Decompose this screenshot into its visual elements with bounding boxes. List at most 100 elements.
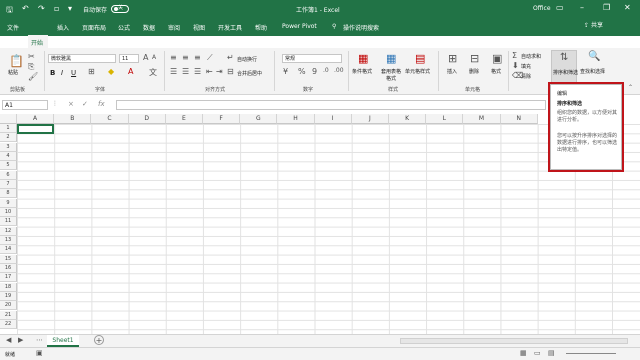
orientation-icon[interactable]: ⟋ — [207, 53, 213, 63]
column-header[interactable]: H — [277, 114, 315, 124]
save-icon[interactable]: 🖫 — [6, 4, 13, 18]
increase-decimal-icon[interactable]: .0 — [323, 67, 329, 74]
minimize-icon[interactable]: – — [580, 3, 584, 12]
align-middle-icon[interactable]: ≡ — [182, 53, 189, 62]
macro-record-icon[interactable]: ▣ — [36, 349, 43, 357]
more-options-icon[interactable]: ⋮ — [52, 100, 58, 107]
format-cells-icon[interactable]: ▣ — [492, 52, 502, 65]
row-header[interactable]: 22 — [0, 319, 17, 329]
row-header[interactable]: 9 — [0, 198, 17, 208]
currency-icon[interactable]: ¥ — [283, 67, 288, 76]
merge-center-icon[interactable]: ⊟ — [227, 67, 234, 76]
row-header[interactable]: 11 — [0, 217, 17, 227]
share-button[interactable]: ⇪ 共享 — [584, 20, 614, 32]
fill-button[interactable]: 填充 — [521, 63, 531, 70]
wrap-text-icon[interactable]: ↵ — [227, 53, 234, 62]
row-header[interactable]: 12 — [0, 226, 17, 236]
merge-center-button[interactable]: 合并后居中 — [237, 70, 262, 77]
tab-page-layout[interactable]: 页面布局 — [82, 23, 106, 32]
row-header[interactable]: 2 — [0, 133, 17, 143]
row-header[interactable]: 17 — [0, 273, 17, 283]
tab-view[interactable]: 视图 — [193, 23, 205, 32]
autosum-button[interactable]: 自动求和 — [521, 53, 541, 60]
delete-cells-button[interactable]: 删除 — [469, 68, 479, 75]
delete-cells-icon[interactable]: ⊟ — [470, 52, 479, 65]
column-header[interactable]: F — [203, 114, 241, 124]
align-right-icon[interactable]: ☰ — [194, 67, 201, 76]
column-header[interactable]: I — [314, 114, 352, 124]
phonetic-icon[interactable]: 文 — [149, 67, 157, 78]
insert-cells-button[interactable]: 插入 — [447, 68, 457, 75]
column-header[interactable]: K — [389, 114, 427, 124]
conditional-format-icon[interactable]: ▦ — [358, 52, 368, 65]
tab-home[interactable]: 开始 — [31, 38, 44, 47]
row-header[interactable]: 20 — [0, 301, 17, 311]
cancel-icon[interactable]: × — [68, 100, 74, 108]
fill-icon[interactable]: ⬇ — [512, 61, 519, 70]
font-color-icon[interactable]: A — [128, 67, 133, 76]
insert-function-icon[interactable]: fx — [98, 100, 105, 108]
font-size-combo[interactable]: 11 — [119, 54, 139, 63]
row-header[interactable]: 7 — [0, 179, 17, 189]
clear-button[interactable]: 清除 — [521, 73, 531, 80]
row-header[interactable]: 21 — [0, 310, 17, 320]
row-header[interactable]: 10 — [0, 207, 17, 217]
ribbon-display-icon[interactable]: ▭ — [556, 3, 564, 12]
cut-icon[interactable]: ✂ — [28, 52, 35, 61]
italic-button[interactable]: I — [61, 69, 63, 77]
tab-formulas[interactable]: 公式 — [118, 23, 130, 32]
row-header[interactable]: 4 — [0, 151, 17, 161]
row-header[interactable]: 5 — [0, 161, 17, 171]
row-header[interactable]: 16 — [0, 263, 17, 273]
column-header[interactable]: C — [91, 114, 129, 124]
row-header[interactable]: 6 — [0, 170, 17, 180]
format-as-table-button[interactable]: 套用表格格式 — [380, 68, 402, 82]
format-cells-button[interactable]: 格式 — [491, 68, 501, 75]
align-left-icon[interactable]: ☰ — [170, 67, 177, 76]
shrink-font-icon[interactable]: A — [152, 54, 156, 61]
page-break-view-icon[interactable]: ▤ — [548, 349, 555, 357]
cell-gridlines[interactable] — [17, 124, 640, 334]
align-center-icon[interactable]: ☰ — [182, 67, 189, 76]
formula-input[interactable] — [116, 100, 546, 110]
insert-cells-icon[interactable]: ⊞ — [448, 52, 457, 65]
bold-button[interactable]: B — [50, 69, 55, 77]
column-header[interactable]: M — [463, 114, 501, 124]
horizontal-scrollbar[interactable] — [400, 338, 628, 344]
selected-cell[interactable] — [17, 124, 54, 134]
column-header[interactable]: A — [17, 114, 55, 124]
tab-power-pivot[interactable]: Power Pivot — [282, 23, 317, 30]
conditional-format-button[interactable]: 条件格式 — [352, 68, 372, 75]
fill-color-icon[interactable]: ◆ — [108, 67, 114, 76]
enter-icon[interactable]: ✓ — [82, 100, 88, 108]
column-header[interactable]: N — [500, 114, 538, 124]
tab-developer[interactable]: 开发工具 — [218, 23, 242, 32]
cell-styles-icon[interactable]: ▤ — [415, 52, 425, 65]
row-header[interactable]: 15 — [0, 254, 17, 264]
column-header[interactable]: D — [128, 114, 166, 124]
row-header[interactable]: 13 — [0, 235, 17, 245]
column-header[interactable]: E — [165, 114, 203, 124]
column-header[interactable]: J — [351, 114, 389, 124]
tab-file[interactable]: 文件 — [7, 23, 19, 32]
decrease-indent-icon[interactable]: ⇤ — [206, 67, 213, 76]
align-top-icon[interactable]: ≡ — [170, 53, 177, 62]
tab-data[interactable]: 数据 — [143, 23, 155, 32]
find-select-button[interactable]: 查找和选择 — [580, 68, 605, 75]
row-header[interactable]: 8 — [0, 189, 17, 199]
select-all-corner[interactable] — [0, 114, 17, 124]
grow-font-icon[interactable]: A — [143, 53, 148, 62]
paste-button[interactable]: 粘贴 — [8, 69, 18, 76]
column-header[interactable]: B — [54, 114, 92, 124]
new-icon[interactable]: ▫ — [54, 4, 59, 13]
align-bottom-icon[interactable]: ≡ — [194, 53, 201, 62]
maximize-icon[interactable]: ❐ — [603, 3, 610, 12]
find-select-icon[interactable]: 🔍 — [588, 51, 600, 62]
search-icon[interactable]: ⚲ — [332, 23, 336, 30]
percent-icon[interactable]: % — [298, 67, 306, 76]
name-box[interactable]: A1 — [2, 100, 48, 110]
tab-insert[interactable]: 插入 — [57, 23, 69, 32]
add-sheet-button[interactable]: + — [94, 335, 104, 345]
tell-me-search[interactable]: 操作说明搜索 — [343, 23, 379, 32]
row-header[interactable]: 3 — [0, 142, 17, 152]
